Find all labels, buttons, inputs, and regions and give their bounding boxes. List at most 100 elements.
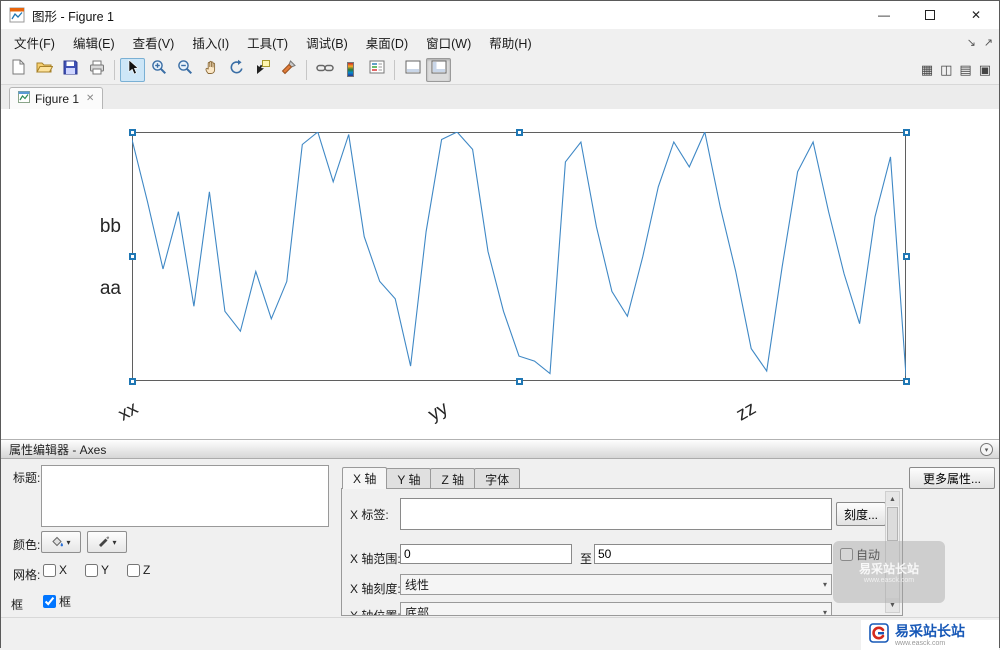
plot-line[interactable] [132,132,906,381]
undock-figure-icon[interactable]: ↗ [984,36,993,49]
window-controls: — ✕ [861,1,999,29]
rotate-3d-icon [229,59,245,80]
tab-close-icon[interactable]: ✕ [86,93,94,104]
selection-handle-bottom-center[interactable] [516,378,523,385]
auto-range-label: 自动 [856,548,881,562]
open-file-button[interactable] [32,58,57,82]
face-color-button[interactable]: ▾ [41,531,81,553]
scroll-thumb[interactable] [887,507,898,541]
figure-app-icon [9,7,25,23]
maximize-button[interactable] [907,1,953,29]
rotate-3d-button[interactable] [224,58,249,82]
grid-x-checkbox[interactable]: X [43,563,67,577]
zoom-in-button[interactable] [146,58,171,82]
menu-item-file[interactable]: 文件(F) [5,29,64,55]
show-plot-tools-icon [431,60,447,79]
minimize-button[interactable]: — [861,1,907,29]
menu-item-debug[interactable]: 调试(B) [297,29,357,55]
scroll-down-icon[interactable]: ▼ [886,598,899,612]
layout-controls: ▦ ◫ ▤ ▣ [921,55,991,85]
auto-range-checkbox[interactable]: 自动 [840,546,880,563]
dropdown-arrow-icon: ▾ [822,580,827,589]
grid-y-checkbox[interactable]: Y [85,563,109,577]
menu-item-help[interactable]: 帮助(H) [480,29,540,55]
xrange-field-label: X 轴范围: [350,552,401,566]
selection-handle-mid-right[interactable] [903,253,910,260]
tab-x-axis[interactable]: X 轴 [342,467,388,489]
xscale-dropdown[interactable]: 线性 ▾ [400,574,832,595]
tab-figure1[interactable]: Figure 1 ✕ [9,87,104,109]
save-floppy-icon [63,60,78,80]
title-input[interactable] [41,465,329,527]
selection-handle-top-left[interactable] [129,129,136,136]
watermark-brand-box: 易采站长站 www.easck.com [861,620,999,650]
hide-plot-tools-icon [405,60,421,79]
menu-item-view[interactable]: 查看(V) [124,29,184,55]
link-plot-button[interactable] [312,58,337,82]
tab-font[interactable]: 字体 [474,468,521,489]
xposition-dropdown[interactable]: 底部 ▾ [400,602,832,615]
layout-grid-icon[interactable]: ▦ [921,62,933,78]
color-field-label: 颜色: [13,538,41,552]
more-properties-button[interactable]: 更多属性... [909,467,995,489]
toolbar-separator [394,59,395,80]
toolbar-separator [114,59,115,80]
toolbar-separator [306,59,307,80]
collapse-panel-icon[interactable]: ▾ [980,443,993,456]
insert-legend-button[interactable] [364,58,389,82]
brand-subtext: www.easck.com [895,639,946,647]
selection-handle-top-right[interactable] [903,129,910,136]
show-plot-tools-button[interactable] [426,57,451,82]
print-figure-button[interactable] [84,58,109,82]
box-checkbox[interactable]: 框 [43,593,71,610]
new-figure-button[interactable] [6,58,31,82]
selection-handle-bottom-left[interactable] [129,378,136,385]
tab-y-axis[interactable]: Y 轴 [386,468,432,489]
maximize-icon [925,10,935,20]
selection-handle-top-center[interactable] [516,129,523,136]
close-button[interactable]: ✕ [953,1,999,29]
data-cursor-button[interactable] [250,58,275,82]
menu-item-insert[interactable]: 插入(I) [183,29,238,55]
xrange-min-input[interactable] [400,544,572,564]
edge-color-button[interactable]: ▾ [87,531,127,553]
selection-handle-mid-left[interactable] [129,253,136,260]
grid-y-label: Y [101,563,110,577]
zoom-out-button[interactable] [172,58,197,82]
pan-button[interactable] [198,58,223,82]
xtick-label-yy: yy [424,397,452,426]
menu-item-window[interactable]: 窗口(W) [417,29,480,55]
ticks-button[interactable]: 刻度... [836,502,886,526]
selection-handle-bottom-right[interactable] [903,378,910,385]
save-figure-button[interactable] [58,58,83,82]
pen-icon [97,535,110,549]
grid-z-checkbox[interactable]: Z [127,563,150,577]
figure-tab-label: Figure 1 [35,91,80,106]
figure-canvas[interactable]: bb aa xx yy zz [1,109,999,439]
dock-figure-icon[interactable]: ↘ [967,36,976,49]
xscale-value: 线性 [405,578,430,592]
panel-scrollbar[interactable]: ▲ ▼ [885,491,900,613]
menu-item-desktop[interactable]: 桌面(D) [357,29,417,55]
ytick-label-bb: bb [99,216,121,237]
tab-z-axis[interactable]: Z 轴 [430,468,476,489]
layout-split-horizontal-icon[interactable]: ▤ [959,62,971,78]
brush-data-button[interactable] [276,58,301,82]
legend-icon [369,60,385,79]
insert-colorbar-button[interactable] [338,58,363,82]
layout-split-vertical-icon[interactable]: ◫ [940,62,952,78]
pointer-cursor-icon [126,59,140,80]
status-bar: 易采站长站 www.easck.com [1,617,999,650]
menu-item-tools[interactable]: 工具(T) [238,29,297,55]
layout-float-icon[interactable]: ▣ [979,62,991,78]
link-chain-icon [315,61,334,79]
data-cursor-icon [255,59,271,80]
hide-plot-tools-button[interactable] [400,58,425,82]
menu-item-edit[interactable]: 编辑(E) [64,29,124,55]
xposition-field-label: X 轴位置: [350,609,401,616]
axis-tabs: X 轴 Y 轴 Z 轴 字体 [342,467,521,489]
xrange-max-input[interactable] [594,544,832,564]
xlabel-input[interactable] [400,498,832,530]
edit-plot-button[interactable] [120,57,145,82]
scroll-up-icon[interactable]: ▲ [886,492,899,506]
